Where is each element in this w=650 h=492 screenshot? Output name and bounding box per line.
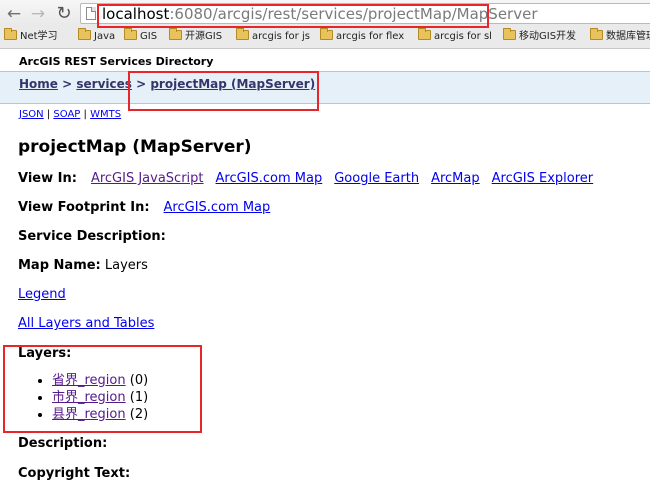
format-links: JSON | SOAP | WMTS [19, 109, 121, 120]
format-separator: | [83, 109, 87, 120]
legend-link[interactable]: Legend [18, 287, 66, 302]
bookmark-item[interactable]: Net学习 [4, 28, 58, 44]
breadcrumb: Home > services > projectMap (MapServer) [0, 71, 650, 104]
bookmark-item[interactable]: arcgis for js [236, 28, 310, 44]
view-footprint-label: View Footprint In: [18, 200, 150, 215]
all-layers-and-tables-link[interactable]: All Layers and Tables [18, 316, 154, 331]
view-in-arcgis-javascript-link[interactable]: ArcGIS JavaScript [91, 171, 204, 186]
bookmark-label: Net学习 [20, 31, 58, 42]
bookmark-item[interactable]: GIS [124, 28, 158, 44]
folder-icon [169, 28, 182, 40]
folder-icon [320, 28, 333, 40]
list-item: 县界_region (2) [52, 406, 148, 423]
folder-icon [503, 28, 516, 40]
view-in-arcgis-com-map-link[interactable]: ArcGIS.com Map [216, 171, 323, 186]
description-label: Description: [18, 436, 108, 451]
bookmark-label: Java [94, 31, 116, 42]
bookmark-item[interactable]: arcgis for sl [418, 28, 492, 44]
forward-arrow-icon[interactable]: → [28, 4, 48, 24]
copyright-label: Copyright Text: [18, 466, 131, 481]
service-description-row: Service Description: [18, 229, 166, 244]
description-row: Description: [18, 436, 107, 451]
url-path: :6080/arcgis/rest/services/projectMap/Ma… [169, 5, 538, 23]
bookmark-label: 移动GIS开发 [519, 31, 577, 42]
layer-id: (0) [129, 373, 149, 388]
view-in-label: View In: [18, 171, 77, 186]
layers-list: 省界_region (0) 市界_region (1) 县界_region (2… [36, 372, 148, 423]
breadcrumb-home-link[interactable]: Home [19, 77, 58, 91]
folder-icon [78, 28, 91, 40]
bookmarks-bar: Net学习 Java GIS 开源GIS arcgis for js arcgi… [0, 27, 650, 49]
legend-row: Legend [18, 287, 66, 302]
layer-link-0[interactable]: 省界_region [52, 373, 126, 388]
wmts-link[interactable]: WMTS [90, 109, 121, 120]
map-name-value: Layers [104, 258, 148, 273]
folder-icon [590, 28, 603, 40]
reload-icon[interactable]: ↻ [54, 4, 74, 24]
bookmark-label: 开源GIS [185, 31, 223, 42]
view-in-arcgis-explorer-link[interactable]: ArcGIS Explorer [492, 171, 594, 186]
map-name-label: Map Name: [18, 258, 101, 273]
layer-link-1[interactable]: 市界_region [52, 390, 126, 405]
view-footprint-arcgis-com-map-link[interactable]: ArcGIS.com Map [164, 200, 271, 215]
bookmark-item[interactable]: 移动GIS开发 [503, 28, 577, 44]
bookmark-label: 数据库管理 [606, 31, 650, 42]
layer-id: (1) [129, 390, 149, 405]
map-name-row: Map Name: Layers [18, 258, 148, 273]
folder-icon [418, 28, 431, 40]
bookmark-label: arcgis for flex [336, 31, 405, 42]
soap-link[interactable]: SOAP [53, 109, 80, 120]
json-link[interactable]: JSON [19, 109, 44, 120]
breadcrumb-separator: > [62, 77, 73, 91]
breadcrumb-services-link[interactable]: services [76, 77, 132, 91]
layers-label: Layers: [18, 346, 72, 361]
view-in-arcmap-link[interactable]: ArcMap [431, 171, 480, 186]
bookmark-label: arcgis for sl [434, 31, 492, 42]
layer-id: (2) [129, 407, 149, 422]
layer-link-2[interactable]: 县界_region [52, 407, 126, 422]
bookmark-item[interactable]: arcgis for flex [320, 28, 405, 44]
layers-row: Layers: [18, 346, 71, 361]
list-item: 市界_region (1) [52, 389, 148, 406]
list-item: 省界_region (0) [52, 372, 148, 389]
browser-toolbar: ← → ↻ localhost:6080/arcgis/rest/service… [0, 0, 650, 27]
breadcrumb-current-link[interactable]: projectMap (MapServer) [150, 77, 315, 91]
bookmark-item[interactable]: 开源GIS [169, 28, 223, 44]
bookmark-label: arcgis for js [252, 31, 310, 42]
bookmark-item[interactable]: Java [78, 28, 116, 44]
copyright-row: Copyright Text: [18, 466, 130, 481]
view-in-google-earth-link[interactable]: Google Earth [334, 171, 419, 186]
folder-icon [236, 28, 249, 40]
bookmark-item[interactable]: 数据库管理 [590, 28, 650, 44]
service-description-label: Service Description: [18, 229, 166, 244]
url-text[interactable]: localhost:6080/arcgis/rest/services/proj… [102, 5, 538, 23]
page-icon [86, 7, 96, 20]
view-footprint-row: View Footprint In: ArcGIS.com Map [18, 200, 270, 215]
folder-icon [4, 28, 17, 40]
format-separator: | [46, 109, 51, 120]
address-bar[interactable]: localhost:6080/arcgis/rest/services/proj… [80, 3, 650, 24]
page-title: projectMap (MapServer) [18, 137, 252, 157]
folder-icon [124, 28, 137, 40]
breadcrumb-separator: > [136, 77, 147, 91]
bookmark-label: GIS [140, 31, 158, 42]
all-layers-row: All Layers and Tables [18, 316, 154, 331]
view-in-row: View In: ArcGIS JavaScript ArcGIS.com Map G… [18, 171, 593, 186]
directory-title: ArcGIS REST Services Directory [19, 55, 214, 68]
url-host: localhost [102, 5, 170, 23]
back-arrow-icon[interactable]: ← [4, 4, 24, 24]
